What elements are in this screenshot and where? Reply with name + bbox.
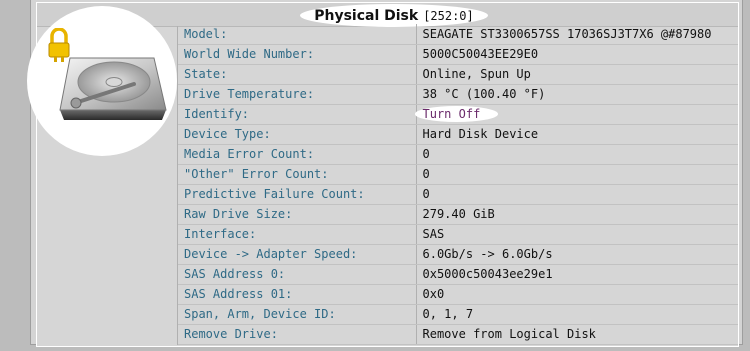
row-value-identify-cell: Turn Off (414, 104, 738, 125)
row-value-other-error: 0 (416, 164, 738, 185)
row-value-interface: SAS (416, 224, 738, 245)
table-row: World Wide Number: 5000C50043EE29E0 (178, 44, 738, 65)
table-row: Device -> Adapter Speed: 6.0Gb/s -> 6.0Gb… (178, 244, 738, 265)
row-value-temperature: 38 °C (100.40 °F) (416, 84, 738, 105)
title-id: [252:0] (423, 8, 474, 23)
table-row: Predictive Failure Count: 0 (178, 184, 738, 205)
row-label-model: Model: (178, 24, 417, 45)
row-value-sas-address-0: 0x5000c50043ee29e1 (416, 264, 738, 285)
row-label-interface: Interface: (178, 224, 417, 245)
table-row: Identify: Turn Off (178, 104, 738, 125)
row-label-span-arm-device: Span, Arm, Device ID: (178, 304, 417, 325)
remove-from-logical-disk-link[interactable]: Remove from Logical Disk (416, 324, 738, 345)
row-value-device-type: Hard Disk Device (416, 124, 738, 145)
row-label-wwn: World Wide Number: (178, 44, 417, 65)
row-value-wwn: 5000C50043EE29E0 (416, 44, 738, 65)
row-label-speed: Device -> Adapter Speed: (178, 244, 417, 265)
table-row: Span, Arm, Device ID: 0, 1, 7 (178, 304, 738, 325)
row-label-predictive-failure: Predictive Failure Count: (178, 184, 417, 205)
table-row: Model: SEAGATE ST3300657SS 17036SJ3T7X6 @… (178, 24, 738, 45)
table-row: Media Error Count: 0 (178, 144, 738, 165)
row-value-state: Online, Spun Up (416, 64, 738, 85)
padlock-icon (47, 27, 71, 64)
row-value-predictive-failure: 0 (416, 184, 738, 205)
row-value-speed: 6.0Gb/s -> 6.0Gb/s (416, 244, 738, 265)
table-row: Device Type: Hard Disk Device (178, 124, 738, 145)
row-label-sas-address-01: SAS Address 01: (178, 284, 417, 305)
table-row: SAS Address 0: 0x5000c50043ee29e1 (178, 264, 738, 285)
row-label-sas-address-0: SAS Address 0: (178, 264, 417, 285)
row-label-raw-size: Raw Drive Size: (178, 204, 417, 225)
row-label-temperature: Drive Temperature: (178, 84, 417, 105)
table-row: SAS Address 01: 0x0 (178, 284, 738, 305)
row-value-raw-size: 279.40 GiB (416, 204, 738, 225)
row-label-device-type: Device Type: (178, 124, 417, 145)
row-label-remove-drive: Remove Drive: (178, 324, 417, 345)
row-label-state: State: (178, 64, 417, 85)
row-value-span-arm-device: 0, 1, 7 (416, 304, 738, 325)
table-row: Raw Drive Size: 279.40 GiB (178, 204, 738, 225)
row-value-model: SEAGATE ST3300657SS 17036SJ3T7X6 @#87980 (416, 24, 738, 45)
row-label-other-error: "Other" Error Count: (178, 164, 417, 185)
row-value-sas-address-01: 0x0 (416, 284, 738, 305)
title-text: Physical Disk (314, 7, 419, 24)
table-row: Drive Temperature: 38 °C (100.40 °F) (178, 84, 738, 105)
table-row: Interface: SAS (178, 224, 738, 245)
row-label-identify: Identify: (178, 104, 417, 125)
table-row: "Other" Error Count: 0 (178, 164, 738, 185)
identify-turn-off-button[interactable]: Turn Off (414, 106, 499, 122)
disk-properties-table: Model: SEAGATE ST3300657SS 17036SJ3T7X6 @… (178, 24, 738, 345)
row-value-media-error: 0 (416, 144, 738, 165)
table-row: Remove Drive: Remove from Logical Disk (178, 324, 738, 345)
row-label-media-error: Media Error Count: (178, 144, 417, 165)
table-row: State: Online, Spun Up (178, 64, 738, 85)
